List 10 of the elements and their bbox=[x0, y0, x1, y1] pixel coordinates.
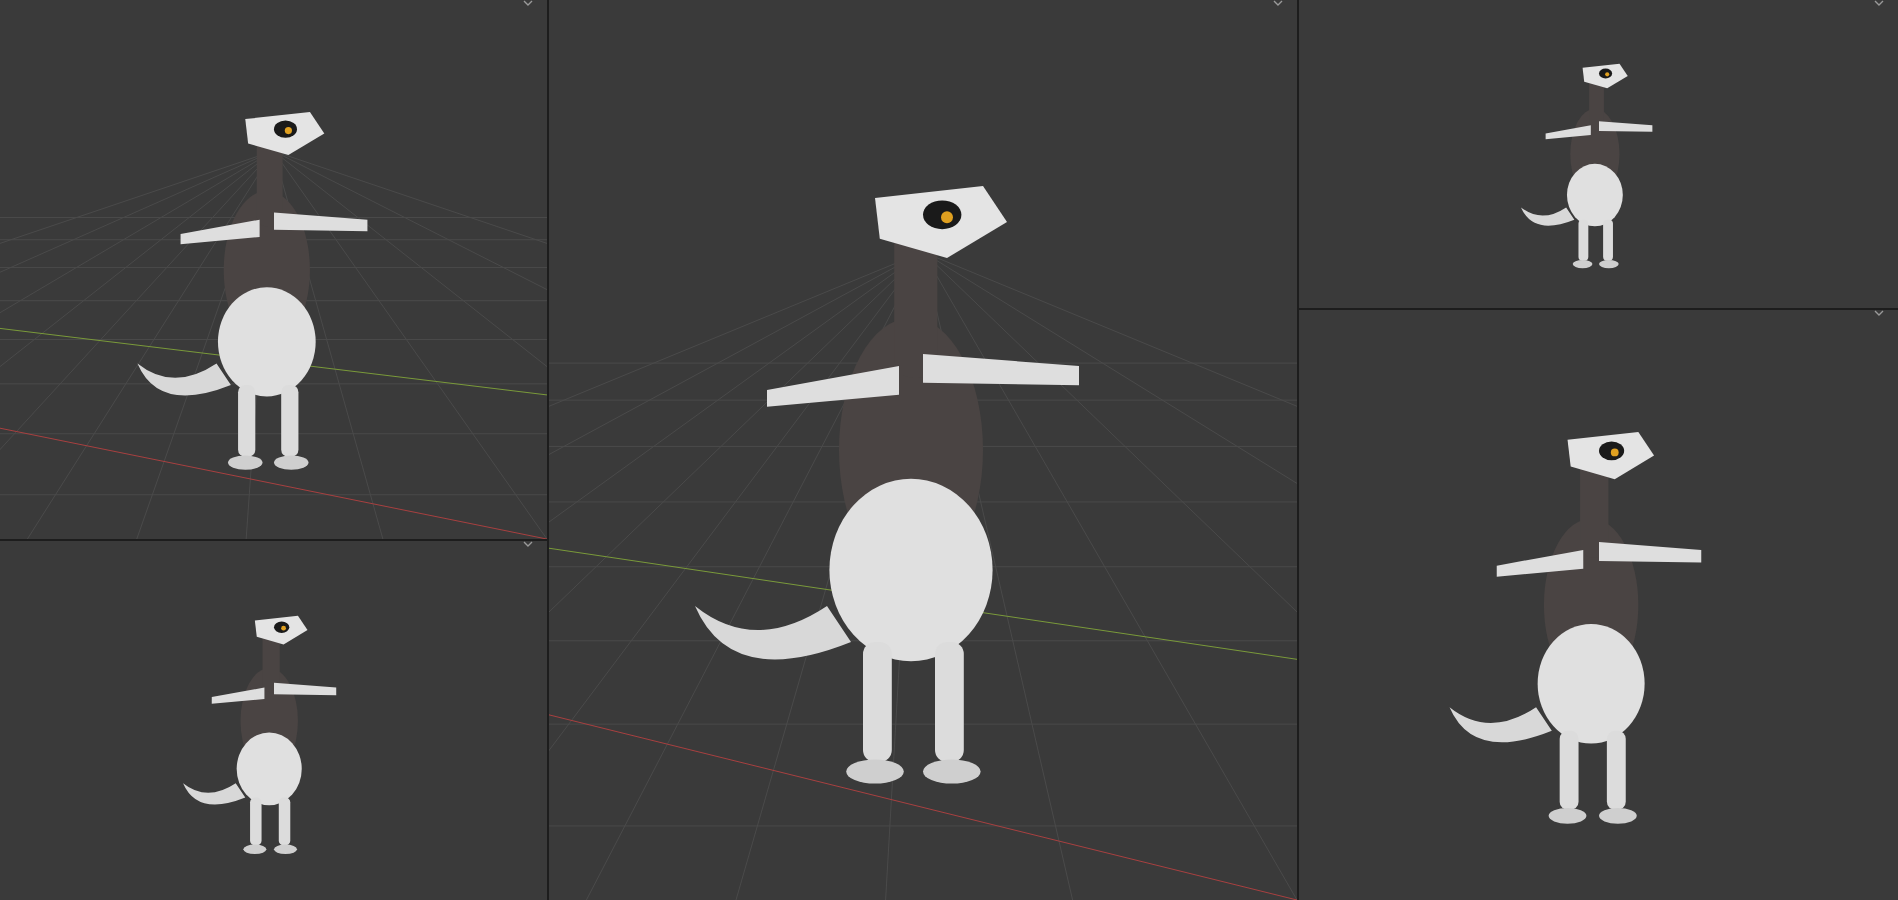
chevron-down-icon[interactable] bbox=[523, 0, 533, 6]
viewport-panel[interactable] bbox=[1299, 0, 1898, 308]
chevron-down-icon[interactable] bbox=[1874, 310, 1884, 316]
chevron-down-icon[interactable] bbox=[1273, 0, 1283, 6]
chevron-down-icon[interactable] bbox=[523, 541, 533, 547]
chevron-down-icon[interactable] bbox=[1874, 0, 1884, 6]
viewport-panel[interactable] bbox=[0, 541, 547, 900]
viewport-panel[interactable] bbox=[1299, 310, 1898, 900]
viewport-panel[interactable] bbox=[0, 0, 547, 539]
viewport-panel[interactable] bbox=[549, 0, 1297, 900]
